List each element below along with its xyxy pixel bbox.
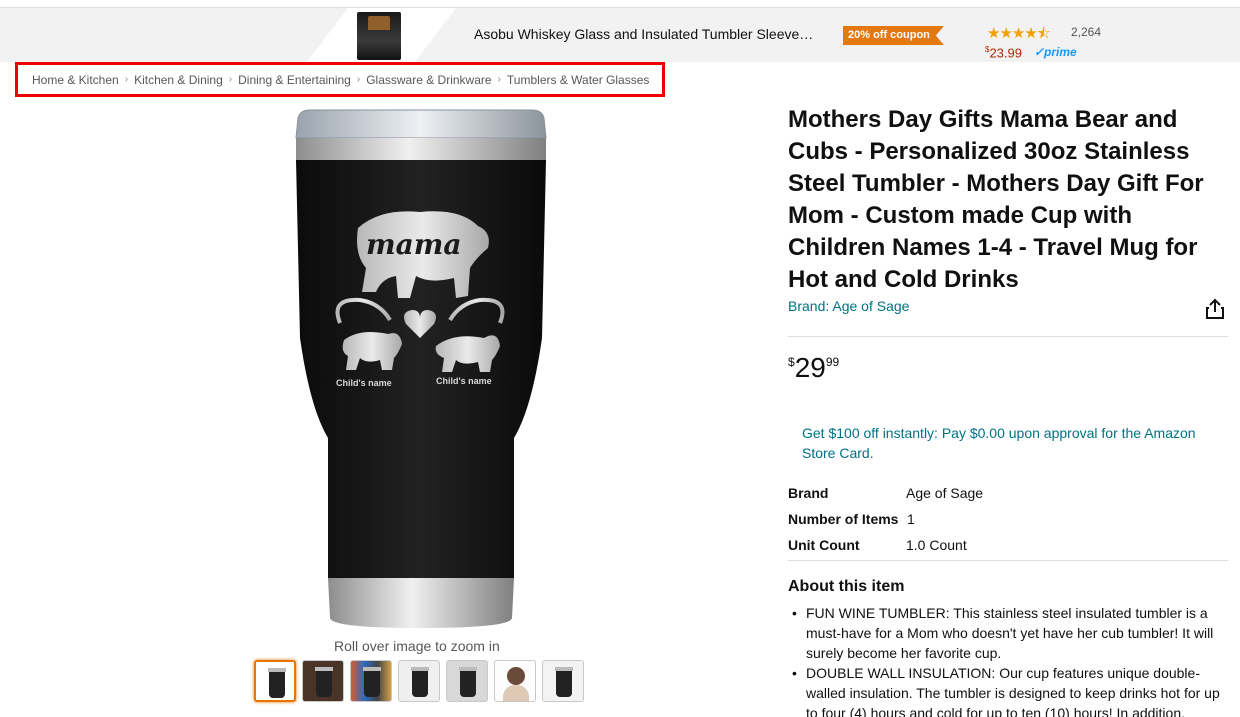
child-name-label-2: Child's name xyxy=(436,376,492,386)
breadcrumb-dining-entertaining[interactable]: Dining & Entertaining xyxy=(238,73,351,87)
tumbler-thumbnail-icon xyxy=(268,668,286,698)
child-name-label-1: Child's name xyxy=(336,378,392,388)
prime-badge-icon: ✓prime xyxy=(1034,45,1077,59)
divider xyxy=(788,560,1228,561)
store-card-promo-link[interactable]: Get $100 off instantly: Pay $0.00 upon a… xyxy=(802,423,1222,463)
spec-table: Brand Age of Sage Number of Items 1 Unit… xyxy=(788,480,983,558)
breadcrumb-tumblers-water-glasses[interactable]: Tumblers & Water Glasses xyxy=(507,73,649,87)
thumbnail-7[interactable] xyxy=(542,660,584,702)
person-body-shape xyxy=(503,685,529,701)
share-icon[interactable] xyxy=(1205,298,1225,320)
spec-label: Number of Items xyxy=(788,511,899,527)
breadcrumb-home-kitchen[interactable]: Home & Kitchen xyxy=(32,73,119,87)
zoom-hint: Roll over image to zoom in xyxy=(334,638,500,654)
thumbnail-5[interactable] xyxy=(446,660,488,702)
spec-row-number-of-items: Number of Items 1 xyxy=(788,506,983,532)
thumbnail-2[interactable] xyxy=(302,660,344,702)
chevron-right-icon: › xyxy=(124,74,129,85)
tumbler-thumbnail-icon xyxy=(315,667,333,697)
tumbler-thumbnail-icon xyxy=(459,667,477,697)
sponsored-product-image[interactable] xyxy=(357,12,401,60)
price-fraction: 99 xyxy=(825,355,840,369)
thumbnail-3[interactable] xyxy=(350,660,392,702)
chevron-right-icon: › xyxy=(356,74,361,85)
spec-row-unit-count: Unit Count 1.0 Count xyxy=(788,532,983,558)
breadcrumb: Home & Kitchen › Kitchen & Dining › Dini… xyxy=(15,62,665,97)
about-this-item-heading: About this item xyxy=(788,578,905,595)
spec-label: Brand xyxy=(788,485,829,501)
mama-etched-text: mama xyxy=(366,228,462,261)
spec-value: Age of Sage xyxy=(906,485,984,501)
about-bullets: FUN WINE TUMBLER: This stainless steel i… xyxy=(790,603,1220,717)
thumbnail-strip xyxy=(254,660,584,702)
breadcrumb-kitchen-dining[interactable]: Kitchen & Dining xyxy=(134,73,223,87)
sponsored-price: $23.99 xyxy=(985,45,1022,60)
price-value: 23.99 xyxy=(989,45,1022,61)
tumbler-thumbnail-icon xyxy=(411,667,429,697)
person-thumbnail-icon xyxy=(507,667,525,685)
tumbler-thumbnail-icon xyxy=(555,667,573,697)
brand-link[interactable]: Brand: Age of Sage xyxy=(788,298,909,314)
thumbnail-6[interactable] xyxy=(494,660,536,702)
price-whole: 29 xyxy=(794,352,826,383)
thumbnail-1[interactable] xyxy=(254,660,296,702)
price-symbol: $ xyxy=(788,355,795,369)
rating-count[interactable]: 2,264 xyxy=(1071,25,1101,39)
thumbnail-4[interactable] xyxy=(398,660,440,702)
chevron-right-icon: › xyxy=(497,74,501,85)
product-title: Mothers Day Gifts Mama Bear and Cubs - P… xyxy=(788,106,1204,293)
spec-value: 1.0 Count xyxy=(906,537,967,553)
sponsored-product-title[interactable]: Asobu Whiskey Glass and Insulated Tumble… xyxy=(474,26,813,42)
sponsored-banner[interactable]: Asobu Whiskey Glass and Insulated Tumble… xyxy=(0,7,1240,63)
spec-value: 1 xyxy=(907,511,915,527)
spec-label: Unit Count xyxy=(788,537,860,553)
product-price: $2999 xyxy=(788,352,839,384)
bullet-item: FUN WINE TUMBLER: This stainless steel i… xyxy=(790,603,1220,663)
coupon-badge: 20% off coupon xyxy=(843,26,944,45)
spec-row-brand: Brand Age of Sage xyxy=(788,480,983,506)
breadcrumb-glassware-drinkware[interactable]: Glassware & Drinkware xyxy=(366,73,491,87)
chevron-right-icon: › xyxy=(228,74,233,85)
main-product-image[interactable]: mama Child's name Child's name xyxy=(270,108,570,633)
tumbler-thumbnail-icon xyxy=(363,667,381,697)
bullet-item: DOUBLE WALL INSULATION: Our cup features… xyxy=(790,663,1220,717)
divider xyxy=(788,336,1228,337)
